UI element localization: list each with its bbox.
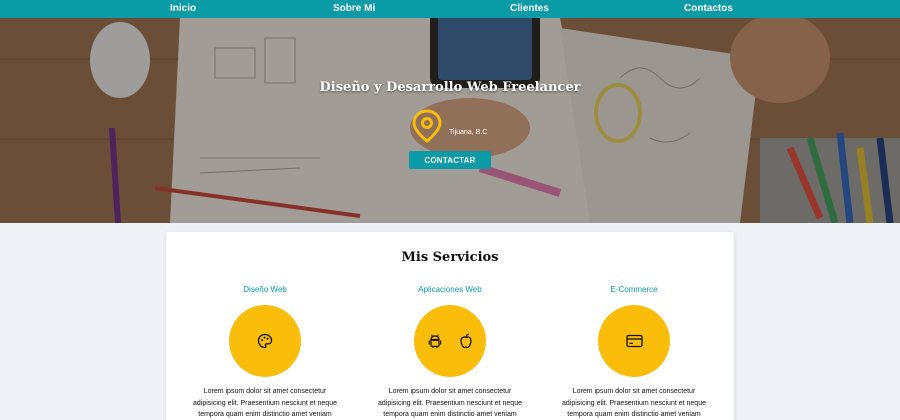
nav-item-clientes[interactable]: Clientes (510, 0, 549, 18)
hero-overlay (0, 18, 900, 223)
service-description: Lorem ipsum dolor sit amet consectetur a… (562, 388, 706, 418)
hero-banner: Diseño y Desarrollo Web Freelancer Tijua… (0, 18, 900, 223)
nav-item-contactos[interactable]: Contactos (684, 0, 733, 18)
hero-title: Diseño y Desarrollo Web Freelancer (319, 80, 581, 95)
service-name-e-commerce[interactable]: E-Commerce (554, 284, 714, 296)
apple-icon (460, 333, 472, 349)
location-pin-icon (412, 109, 442, 143)
location-text: Tijuana, B.C (449, 129, 488, 136)
android-icon (428, 334, 442, 348)
service-icon-circle (598, 305, 670, 377)
services-card: Mis Servicios Diseño Web Lorem ipsum dol… (166, 232, 734, 420)
service-icon-circle (229, 305, 301, 377)
credit-card-icon (625, 334, 643, 348)
top-nav: Inicio Sobre Mi Clientes Contactos (0, 0, 900, 18)
nav-item-inicio[interactable]: Inicio (170, 0, 196, 18)
nav-item-sobre-mi[interactable]: Sobre Mi (333, 0, 375, 18)
service-icon-circle (414, 305, 486, 377)
service-description: Lorem ipsum dolor sit amet consectetur a… (378, 388, 522, 418)
services-title: Mis Servicios (401, 250, 499, 265)
service-description: Lorem ipsum dolor sit amet consectetur a… (193, 388, 337, 418)
contact-button[interactable]: CONTACTAR (409, 151, 491, 169)
service-name-diseno-web[interactable]: Diseño Web (185, 284, 345, 296)
service-e-commerce: E-Commerce Lorem ipsum dolor sit amet co… (554, 284, 714, 420)
palette-icon (257, 333, 273, 349)
service-name-aplicaciones-web[interactable]: Aplicaciones Web (370, 284, 530, 296)
service-diseno-web: Diseño Web Lorem ipsum dolor sit amet co… (185, 284, 345, 420)
service-aplicaciones-web: Aplicaciones Web Lorem ipsum dolor sit a… (370, 284, 530, 420)
